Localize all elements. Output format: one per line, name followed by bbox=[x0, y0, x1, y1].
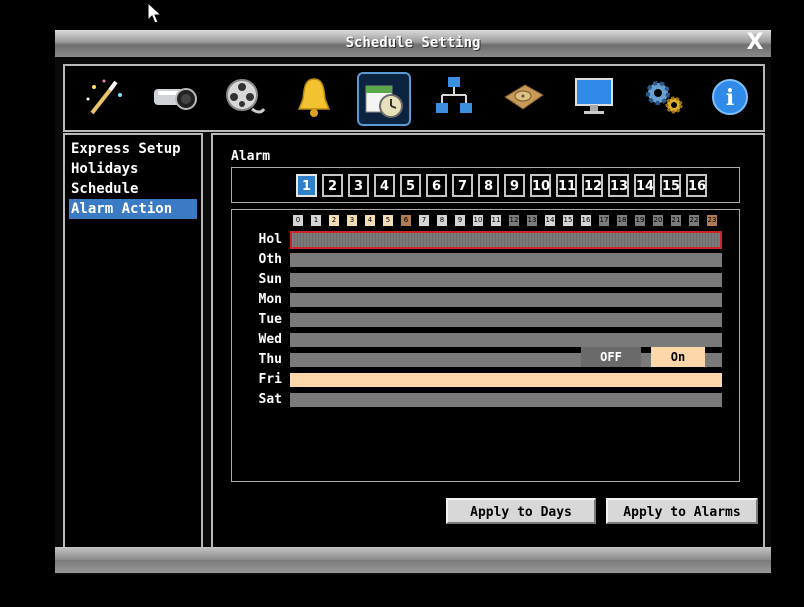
day-label-fri: Fri bbox=[258, 372, 282, 387]
day-label-mon: Mon bbox=[258, 292, 282, 307]
day-label-hol: Hol bbox=[258, 232, 282, 247]
day-label-sun: Sun bbox=[258, 272, 282, 287]
hour-label: 6 bbox=[401, 215, 411, 226]
hour-label: 5 bbox=[383, 215, 393, 226]
status-bar bbox=[55, 547, 771, 573]
alarm-button-5[interactable]: 5 bbox=[400, 174, 421, 197]
alarm-button-13[interactable]: 13 bbox=[608, 174, 629, 197]
alarm-button-11[interactable]: 11 bbox=[556, 174, 577, 197]
alarm-button-2[interactable]: 2 bbox=[322, 174, 343, 197]
schedule-setting-window: Schedule Setting X i Express Setup Holid… bbox=[55, 30, 771, 575]
calendar-clock-icon[interactable] bbox=[357, 72, 411, 126]
hour-label: 20 bbox=[653, 215, 663, 226]
schedule-bar-hol[interactable] bbox=[290, 231, 722, 249]
alarm-button-9[interactable]: 9 bbox=[504, 174, 525, 197]
alarm-button-8[interactable]: 8 bbox=[478, 174, 499, 197]
monitor-icon[interactable] bbox=[569, 72, 619, 122]
day-label-oth: Oth bbox=[258, 252, 282, 267]
alarm-button-16[interactable]: 16 bbox=[686, 174, 707, 197]
menu-item-holidays[interactable]: Holidays bbox=[69, 159, 197, 179]
hour-label: 1 bbox=[311, 215, 321, 226]
window-titlebar: Schedule Setting bbox=[55, 30, 771, 57]
camera-icon[interactable] bbox=[149, 72, 199, 122]
schedule-bar-sat[interactable] bbox=[290, 393, 722, 407]
hour-label: 7 bbox=[419, 215, 429, 226]
hour-label: 22 bbox=[689, 215, 699, 226]
mouse-pointer-icon bbox=[147, 2, 163, 24]
hard-disk-icon[interactable] bbox=[499, 72, 549, 122]
alarm-button-14[interactable]: 14 bbox=[634, 174, 655, 197]
menu-item-alarm-action[interactable]: Alarm Action bbox=[69, 199, 197, 219]
alarm-button-4[interactable]: 4 bbox=[374, 174, 395, 197]
window-title: Schedule Setting bbox=[345, 35, 481, 51]
day-label-wed: Wed bbox=[258, 332, 282, 347]
off-button[interactable]: OFF bbox=[581, 347, 641, 367]
schedule-bar-oth[interactable] bbox=[290, 253, 722, 267]
hour-label: 8 bbox=[437, 215, 447, 226]
schedule-bar-wed[interactable] bbox=[290, 333, 722, 347]
hour-label: 11 bbox=[491, 215, 501, 226]
schedule-bar-mon[interactable] bbox=[290, 293, 722, 307]
close-icon[interactable]: X bbox=[743, 31, 767, 55]
alarm-button-3[interactable]: 3 bbox=[348, 174, 369, 197]
day-label-thu: Thu bbox=[258, 352, 282, 367]
film-reel-icon[interactable] bbox=[219, 72, 269, 122]
svg-text:i: i bbox=[726, 85, 734, 111]
hour-label: 23 bbox=[707, 215, 717, 226]
schedule-bar-tue[interactable] bbox=[290, 313, 722, 327]
schedule-bar-fri[interactable] bbox=[290, 373, 722, 387]
schedule-grid: 0 1 2 3 4 5 6 7 8 9 10 11 12 13 14 15 16 17 18 19 20 21 22 23 Ho… bbox=[231, 209, 740, 482]
hour-label: 14 bbox=[545, 215, 555, 226]
main-toolbar: i bbox=[63, 64, 765, 132]
hour-label: 13 bbox=[527, 215, 537, 226]
hour-label: 19 bbox=[635, 215, 645, 226]
content-panel: Alarm 1 2 3 4 5 6 7 8 9 10 11 12 13 14 15 16 0123456789… bbox=[211, 133, 765, 570]
hour-label: 2 bbox=[329, 215, 339, 226]
gears-icon[interactable] bbox=[639, 72, 689, 122]
hour-label: 4 bbox=[365, 215, 375, 226]
menu-item-express-setup[interactable]: Express Setup bbox=[69, 139, 197, 159]
alarm-label: Alarm bbox=[231, 149, 271, 164]
hour-label: 16 bbox=[581, 215, 591, 226]
hour-label: 12 bbox=[509, 215, 519, 226]
hour-label: 21 bbox=[671, 215, 681, 226]
bell-icon[interactable] bbox=[289, 72, 339, 122]
alarm-selector: 1 2 3 4 5 6 7 8 9 10 11 12 13 14 15 16 bbox=[231, 167, 740, 203]
menu-item-schedule[interactable]: Schedule bbox=[69, 179, 197, 199]
magic-wand-icon[interactable] bbox=[79, 72, 129, 122]
hour-label: 9 bbox=[455, 215, 465, 226]
hour-label: 18 bbox=[617, 215, 627, 226]
on-button[interactable]: On bbox=[651, 347, 705, 367]
alarm-button-12[interactable]: 12 bbox=[582, 174, 603, 197]
info-icon[interactable]: i bbox=[705, 72, 755, 122]
alarm-button-6[interactable]: 6 bbox=[426, 174, 447, 197]
hour-label: 15 bbox=[563, 215, 573, 226]
day-label-tue: Tue bbox=[258, 312, 282, 327]
apply-to-days-button[interactable]: Apply to Days bbox=[446, 498, 596, 524]
alarm-button-7[interactable]: 7 bbox=[452, 174, 473, 197]
hour-label: 10 bbox=[473, 215, 483, 226]
alarm-button-10[interactable]: 10 bbox=[530, 174, 551, 197]
hour-label: 0 bbox=[293, 215, 303, 226]
network-icon[interactable] bbox=[429, 72, 479, 122]
left-menu: Express Setup Holidays Schedule Alarm Ac… bbox=[63, 133, 203, 570]
hour-label: 17 bbox=[599, 215, 609, 226]
hour-label: 3 bbox=[347, 215, 357, 226]
alarm-button-1[interactable]: 1 bbox=[296, 174, 317, 197]
apply-to-alarms-button[interactable]: Apply to Alarms bbox=[606, 498, 758, 524]
schedule-bar-sun[interactable] bbox=[290, 273, 722, 287]
day-label-sat: Sat bbox=[258, 392, 282, 407]
alarm-button-15[interactable]: 15 bbox=[660, 174, 681, 197]
